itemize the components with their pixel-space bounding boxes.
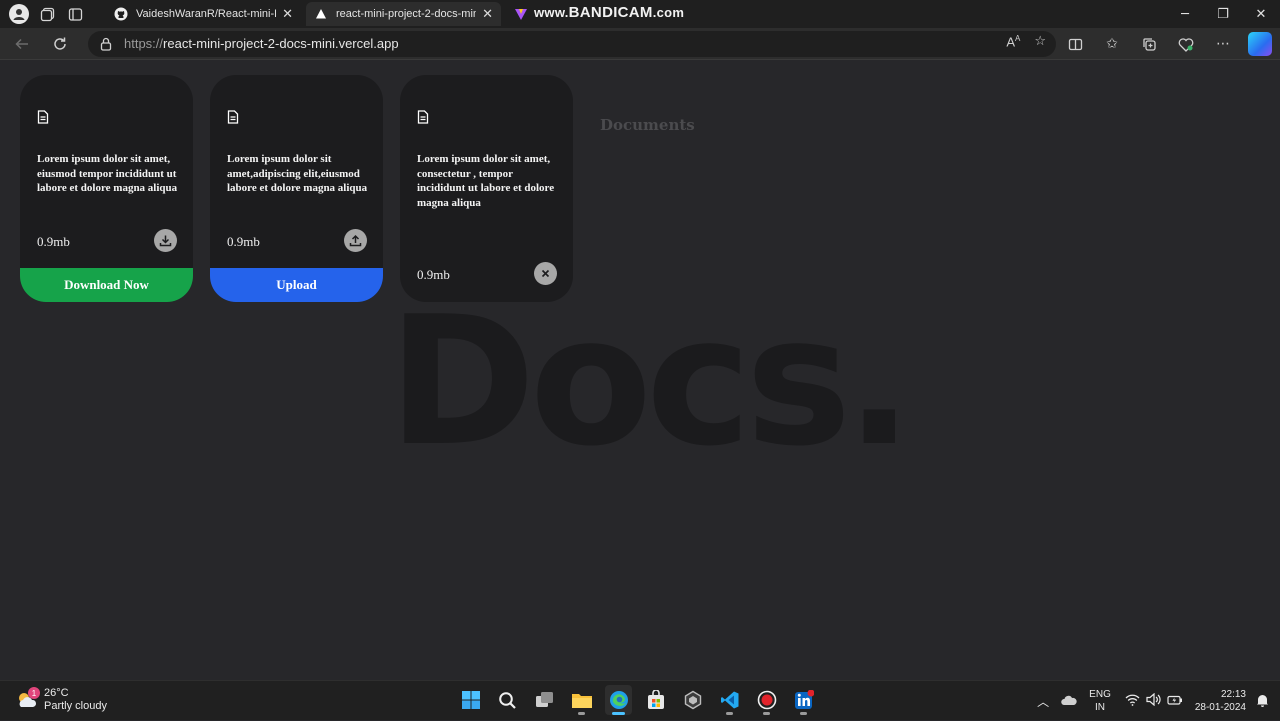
url-host: react-mini-project-2-docs-mini.vercel.ap… — [163, 36, 399, 51]
download-icon[interactable] — [154, 229, 177, 252]
page-viewport: Docs. Documents Lorem ipsum dolor sit am… — [0, 61, 1280, 680]
weather-widget[interactable]: 1 26°C Partly cloudy — [16, 687, 107, 713]
microsoft-store-icon[interactable] — [642, 685, 669, 715]
card-description: Lorem ipsum dolor sit amet, eiusmod temp… — [37, 153, 178, 194]
profile-avatar-icon[interactable] — [8, 3, 30, 25]
window-controls: ─ ❐ ✕ — [1166, 0, 1280, 28]
watermark-brand: BANDICAM — [568, 4, 653, 21]
file-size: 0.9mb — [227, 234, 260, 249]
tab-vercel[interactable]: react-mini-project-2-docs-mini ✕ — [306, 2, 501, 26]
bandicam-record-icon[interactable] — [753, 685, 780, 715]
github-icon — [114, 7, 128, 21]
language-indicator[interactable]: ENG IN — [1089, 688, 1111, 714]
battery-icon[interactable] — [1167, 694, 1183, 709]
upload-button[interactable]: Upload — [210, 268, 383, 302]
edge-browser-icon[interactable] — [605, 685, 632, 715]
notification-bell-icon[interactable] — [1256, 693, 1280, 710]
tab-title: react-mini-project-2-docs-mini — [336, 8, 477, 20]
clock[interactable]: 22:13 28-01-2024 — [1195, 688, 1246, 714]
restore-icon[interactable]: ❐ — [1204, 0, 1242, 28]
page-title: Documents — [600, 116, 695, 134]
tab-actions-icon[interactable] — [64, 3, 86, 25]
weather-temperature: 26°C — [44, 687, 69, 699]
document-icon — [417, 109, 429, 124]
document-icon — [37, 109, 49, 124]
file-size: 0.9mb — [37, 234, 70, 249]
search-icon[interactable] — [494, 685, 521, 715]
file-size: 0.9mb — [417, 267, 450, 282]
background-watermark-text: Docs. — [388, 278, 913, 485]
favorite-star-icon[interactable]: ☆ — [1034, 34, 1046, 49]
tab-vite[interactable]: M — [506, 2, 536, 26]
watermark-suffix: .com — [652, 5, 685, 20]
onedrive-icon[interactable] — [1061, 694, 1077, 709]
taskbar-apps — [457, 685, 817, 715]
task-view-icon[interactable] — [531, 685, 558, 715]
minimize-icon[interactable]: ─ — [1166, 0, 1204, 28]
card-description: Lorem ipsum dolor sit amet, consectetur … — [417, 153, 555, 209]
file-explorer-icon[interactable] — [568, 685, 595, 715]
lock-icon[interactable] — [98, 36, 114, 52]
back-arrow-icon[interactable] — [10, 32, 34, 56]
system-tray: ︿ ENG IN 22:13 28-01-2024 — [1037, 681, 1280, 721]
bandicam-watermark: www.BANDICAM.com — [534, 4, 684, 21]
weather-condition: Partly cloudy — [44, 700, 107, 712]
document-card: Lorem ipsum dolor sit amet, consectetur … — [400, 75, 573, 302]
read-aloud-icon[interactable]: AA — [1006, 34, 1020, 49]
workspaces-icon[interactable] — [36, 3, 58, 25]
tab-close-icon[interactable]: ✕ — [482, 6, 493, 22]
copilot-icon[interactable] — [1248, 32, 1272, 56]
start-menu-icon[interactable] — [457, 685, 484, 715]
collections-icon[interactable] — [1137, 32, 1161, 56]
tabstrip-left-icons — [8, 3, 86, 25]
region-code: IN — [1095, 702, 1105, 713]
address-bar-actions: AA ☆ — [1006, 34, 1046, 49]
tab-title: VaideshWaranR/React-mini-Proje — [136, 8, 276, 20]
address-bar[interactable]: https://react-mini-project-2-docs-mini.v… — [88, 31, 1056, 57]
more-options-icon[interactable]: ⋯ — [1211, 32, 1235, 56]
toolbar-right-icons: ✩ ⋯ — [1063, 32, 1272, 56]
clock-date: 28-01-2024 — [1194, 702, 1246, 713]
card-description: Lorem ipsum dolor sit amet,adipiscing el… — [227, 153, 368, 194]
document-icon — [227, 109, 239, 124]
vite-icon — [514, 7, 528, 21]
close-icon[interactable] — [534, 262, 557, 285]
github-desktop-icon[interactable] — [679, 685, 706, 715]
upload-icon[interactable] — [344, 229, 367, 252]
tab-close-icon[interactable]: ✕ — [282, 6, 293, 22]
browser-essentials-icon[interactable] — [1174, 32, 1198, 56]
url-scheme: https:// — [124, 36, 164, 51]
partly-cloudy-icon: 1 — [16, 687, 40, 710]
browser-toolbar: https://react-mini-project-2-docs-mini.v… — [0, 28, 1280, 60]
url-text[interactable]: https://react-mini-project-2-docs-mini.v… — [124, 36, 399, 51]
clock-time: 22:13 — [1220, 689, 1246, 700]
watermark-prefix: www. — [534, 5, 569, 20]
split-screen-icon[interactable] — [1063, 32, 1087, 56]
document-card: Lorem ipsum dolor sit amet,adipiscing el… — [210, 75, 383, 302]
vercel-icon — [314, 7, 328, 21]
download-now-button[interactable]: Download Now — [20, 268, 193, 302]
windows-taskbar: 1 26°C Partly cloudy ︿ ENG IN 22:13 28-0… — [0, 680, 1280, 720]
wifi-icon[interactable] — [1125, 694, 1140, 709]
refresh-icon[interactable] — [48, 32, 72, 56]
show-hidden-icons-chevron-icon[interactable]: ︿ — [1037, 693, 1049, 710]
browser-tab-strip: VaideshWaranR/React-mini-Proje ✕ react-m… — [0, 0, 1280, 28]
favorites-icon[interactable]: ✩ — [1100, 32, 1124, 56]
linkedin-icon[interactable] — [790, 685, 817, 715]
volume-icon[interactable] — [1146, 692, 1161, 709]
tab-github[interactable]: VaideshWaranR/React-mini-Proje ✕ — [106, 2, 301, 26]
language-code: ENG — [1089, 689, 1111, 700]
vscode-icon[interactable] — [716, 685, 743, 715]
document-card: Lorem ipsum dolor sit amet, eiusmod temp… — [20, 75, 193, 302]
weather-badge: 1 — [28, 687, 40, 699]
window-close-icon[interactable]: ✕ — [1242, 0, 1280, 28]
